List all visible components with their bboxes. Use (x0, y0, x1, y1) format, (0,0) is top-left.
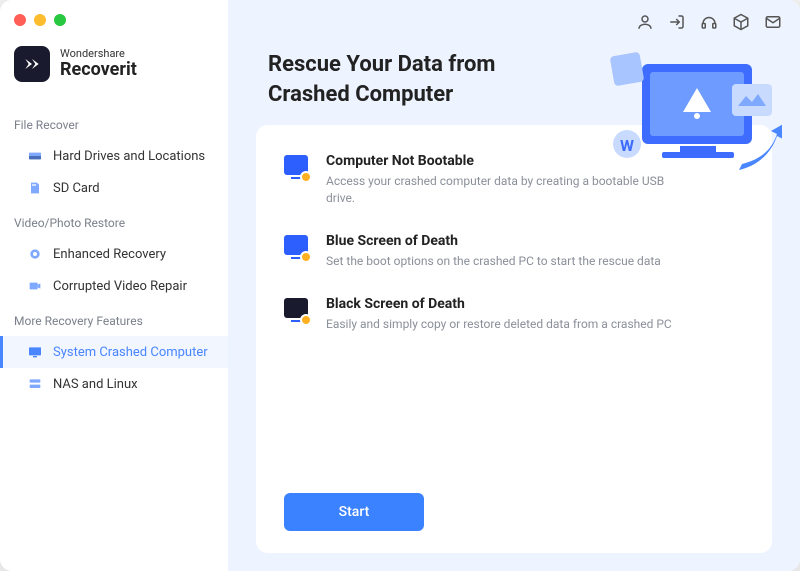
option-title: Computer Not Bootable (326, 153, 744, 169)
mail-icon[interactable] (764, 13, 782, 31)
monitor-blue-icon (284, 235, 310, 261)
monitor-icon (27, 344, 43, 360)
topbar (228, 0, 800, 44)
login-icon[interactable] (668, 13, 686, 31)
option-desc: Easily and simply copy or restore delete… (326, 316, 686, 333)
option-title: Black Screen of Death (326, 296, 744, 312)
app-window: Wondershare Recoverit File Recover Hard … (0, 0, 800, 571)
sidebar-item-system-crashed[interactable]: System Crashed Computer (0, 336, 228, 368)
video-repair-icon (27, 278, 43, 294)
brand-logo-icon (14, 46, 50, 82)
section-label-file-recover: File Recover (0, 106, 228, 140)
sidebar-item-label: Enhanced Recovery (53, 247, 166, 262)
start-button[interactable]: Start (284, 493, 424, 531)
monitor-black-icon (284, 298, 310, 324)
sidebar-item-hard-drives[interactable]: Hard Drives and Locations (0, 140, 228, 172)
section-label-video-photo: Video/Photo Restore (0, 204, 228, 238)
option-title: Blue Screen of Death (326, 233, 744, 249)
package-icon[interactable] (732, 13, 750, 31)
window-controls (14, 14, 66, 26)
sidebar-item-label: Hard Drives and Locations (53, 149, 205, 164)
option-black-screen[interactable]: Black Screen of Death Easily and simply … (284, 296, 744, 333)
sd-card-icon (27, 180, 43, 196)
option-desc: Set the boot options on the crashed PC t… (326, 253, 686, 270)
minimize-window-icon[interactable] (34, 14, 46, 26)
maximize-window-icon[interactable] (54, 14, 66, 26)
sidebar-item-corrupted-video[interactable]: Corrupted Video Repair (0, 270, 228, 302)
enhanced-recovery-icon (27, 246, 43, 262)
account-icon[interactable] (636, 13, 654, 31)
sidebar-item-label: Corrupted Video Repair (53, 279, 187, 294)
option-desc: Access your crashed computer data by cre… (326, 173, 686, 207)
support-icon[interactable] (700, 13, 718, 31)
options-card: Computer Not Bootable Access your crashe… (256, 125, 772, 553)
option-not-bootable[interactable]: Computer Not Bootable Access your crashe… (284, 153, 744, 207)
sidebar-item-sd-card[interactable]: SD Card (0, 172, 228, 204)
brand: Wondershare Recoverit (0, 40, 228, 106)
page-title: Rescue Your Data from Crashed Computer (228, 44, 588, 125)
sidebar-item-label: NAS and Linux (53, 377, 138, 392)
sidebar: Wondershare Recoverit File Recover Hard … (0, 0, 228, 571)
sidebar-item-enhanced-recovery[interactable]: Enhanced Recovery (0, 238, 228, 270)
hard-drive-icon (27, 148, 43, 164)
sidebar-item-label: System Crashed Computer (53, 345, 208, 360)
main-panel: Rescue Your Data from Crashed Computer W (228, 0, 800, 571)
brand-main: Recoverit (60, 60, 137, 80)
sidebar-item-nas-linux[interactable]: NAS and Linux (0, 368, 228, 400)
server-icon (27, 376, 43, 392)
option-blue-screen[interactable]: Blue Screen of Death Set the boot option… (284, 233, 744, 270)
monitor-warning-icon (284, 155, 310, 181)
sidebar-item-label: SD Card (53, 181, 100, 196)
section-label-more: More Recovery Features (0, 302, 228, 336)
close-window-icon[interactable] (14, 14, 26, 26)
